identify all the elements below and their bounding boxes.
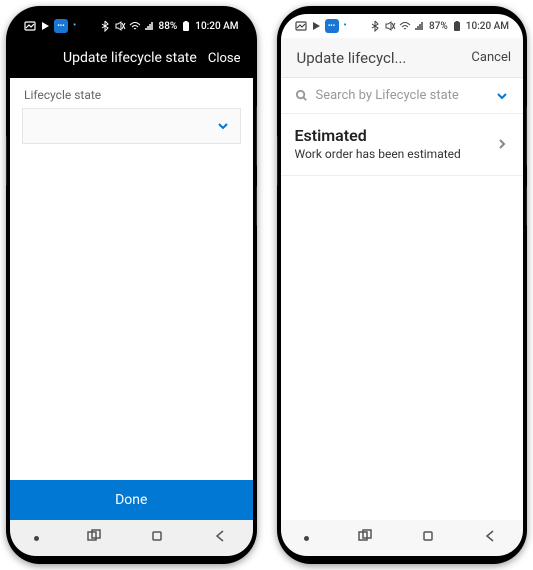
android-nav-bar xyxy=(10,520,253,556)
wifi-icon xyxy=(129,20,141,32)
nav-dot xyxy=(304,536,309,541)
bluetooth-icon xyxy=(369,20,381,32)
page-title: Update lifecycl... xyxy=(293,49,472,67)
back-button[interactable] xyxy=(483,528,499,548)
chevron-down-icon xyxy=(216,119,230,133)
status-bar: ••• • 87% 10:20 AM xyxy=(281,14,524,38)
search-placeholder: Search by Lifecycle state xyxy=(316,88,488,103)
back-button[interactable] xyxy=(213,528,229,548)
app-badge-icon: ••• xyxy=(325,19,339,33)
home-button[interactable] xyxy=(420,528,436,548)
page-title: Update lifecycle state xyxy=(52,50,208,66)
recent-apps-button[interactable] xyxy=(357,528,373,548)
play-icon xyxy=(39,20,51,32)
status-bar: ••• • 88% 10:20 AM xyxy=(10,14,253,38)
mute-icon xyxy=(384,20,396,32)
option-desc: Work order has been estimated xyxy=(295,147,488,161)
signal-icon xyxy=(144,20,156,32)
cancel-button[interactable]: Cancel xyxy=(471,50,511,65)
close-button[interactable]: Close xyxy=(208,51,241,66)
option-name: Estimated xyxy=(295,126,488,145)
image-icon xyxy=(24,20,36,32)
recent-apps-button[interactable] xyxy=(86,528,102,548)
phone-right: ••• • 87% 10:20 AM Update lifecycl... Ca… xyxy=(277,6,528,564)
app-badge-icon: ••• xyxy=(54,19,68,33)
battery-text: 88% xyxy=(159,21,178,32)
nav-dot xyxy=(34,536,39,541)
lifecycle-state-label: Lifecycle state xyxy=(10,78,253,106)
lifecycle-state-dropdown[interactable] xyxy=(22,108,241,144)
phone-left: ••• • 88% 10:20 AM Update lifecycle stat… xyxy=(6,6,257,564)
lifecycle-option[interactable]: Estimated Work order has been estimated xyxy=(281,114,524,176)
search-icon xyxy=(295,89,308,102)
chevron-down-icon xyxy=(495,89,509,103)
battery-text: 87% xyxy=(429,21,448,32)
mute-icon xyxy=(114,20,126,32)
chevron-right-icon xyxy=(495,137,509,151)
clock-text: 10:20 AM xyxy=(195,21,238,32)
clock-text: 10:20 AM xyxy=(466,21,509,32)
app-bar: Update lifecycl... Cancel xyxy=(281,38,524,78)
play-icon xyxy=(310,20,322,32)
done-button[interactable]: Done xyxy=(10,480,253,520)
android-nav-bar xyxy=(281,520,524,556)
home-button[interactable] xyxy=(149,528,165,548)
signal-icon xyxy=(414,20,426,32)
wifi-icon xyxy=(399,20,411,32)
battery-icon xyxy=(180,20,192,32)
app-bar: Update lifecycle state Close xyxy=(10,38,253,78)
bluetooth-icon xyxy=(99,20,111,32)
search-row[interactable]: Search by Lifecycle state xyxy=(281,78,524,114)
image-icon xyxy=(295,20,307,32)
battery-icon xyxy=(451,20,463,32)
